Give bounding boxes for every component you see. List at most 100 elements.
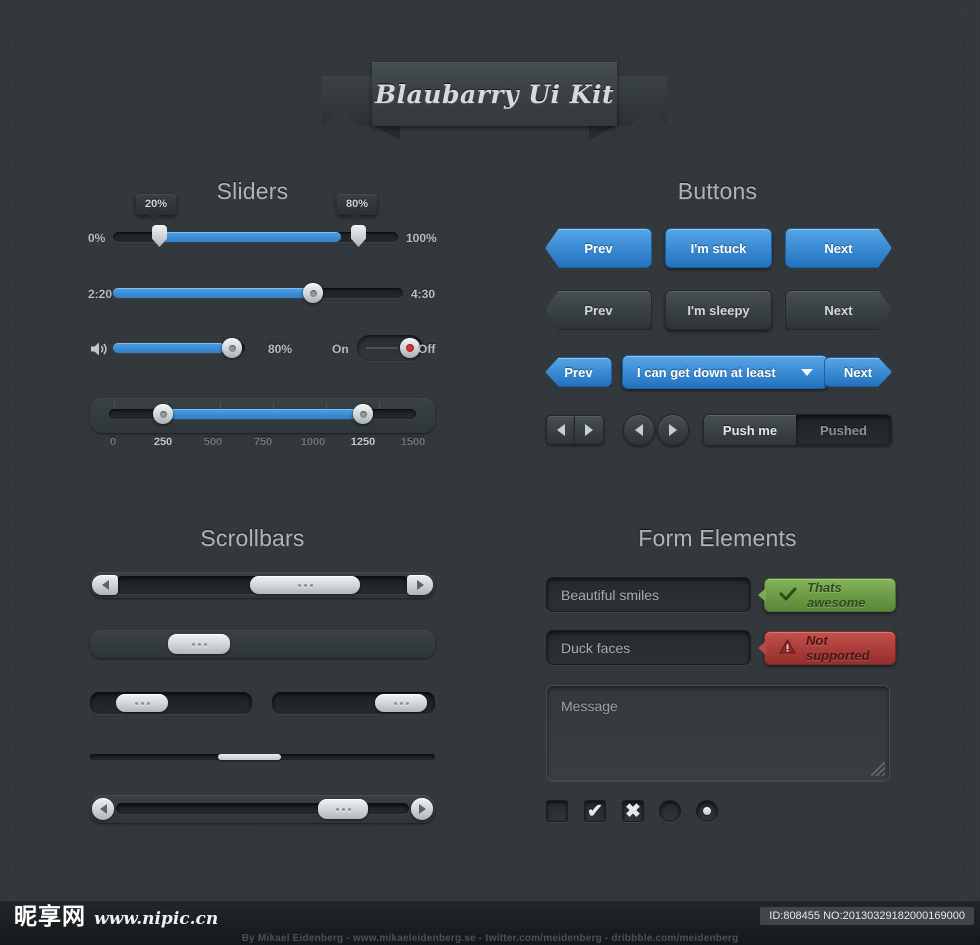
range-slider-handle-low[interactable] xyxy=(152,225,167,247)
scale-tick xyxy=(220,402,221,409)
scrollbar-4-track[interactable] xyxy=(90,754,435,760)
radio-empty[interactable] xyxy=(659,800,681,822)
section-title-form: Form Elements xyxy=(638,525,797,551)
scale-tick-label-750: 750 xyxy=(253,436,273,448)
input-duck-faces[interactable]: Duck faces xyxy=(546,630,751,665)
segment-pushed[interactable]: Pushed xyxy=(796,415,891,445)
textarea-message[interactable]: Message xyxy=(546,685,890,781)
scrollbar-3-right[interactable] xyxy=(272,692,435,714)
scrollbar-2-thumb[interactable] xyxy=(168,634,230,654)
handle-dot-icon xyxy=(159,410,167,418)
button-label: Prev xyxy=(584,240,613,256)
button-label: Prev xyxy=(584,302,613,318)
segmented-control[interactable]: Push me Pushed xyxy=(703,414,892,446)
grip-dots-icon xyxy=(191,642,207,646)
stepper-prev-button[interactable] xyxy=(546,415,576,445)
resize-handle-icon[interactable] xyxy=(871,762,885,776)
stepper-next-button[interactable] xyxy=(574,415,604,445)
button-im-sleepy[interactable]: I'm sleepy xyxy=(665,290,772,330)
warning-icon xyxy=(779,638,796,657)
scrollbar-5 xyxy=(90,795,435,823)
time-slider-fill xyxy=(113,288,313,298)
left-arrow-icon xyxy=(635,424,643,436)
scrollbar-1-left-arrow[interactable] xyxy=(92,575,118,595)
validation-label: Thats awesome xyxy=(807,580,866,610)
toggle-bar xyxy=(366,347,398,349)
watermark: 昵享网 www.nipic.cn xyxy=(14,897,218,931)
grip-dots-icon xyxy=(393,701,409,705)
radio-inner-dot xyxy=(703,807,711,815)
dropdown-label: I can get down at least xyxy=(637,364,776,380)
credit-line: By Mikael Eidenberg - www.mikaeleidenber… xyxy=(241,933,739,944)
textarea-placeholder: Message xyxy=(561,698,618,714)
button-prev-blue[interactable]: Prev xyxy=(545,228,652,268)
check-icon xyxy=(779,587,797,604)
scrollbar-1 xyxy=(90,572,435,598)
round-prev-button[interactable] xyxy=(623,414,655,446)
checkbox-mark: ✖ xyxy=(625,800,641,822)
radio-selected[interactable] xyxy=(696,800,718,822)
range-slider-min-label: 0% xyxy=(88,231,106,245)
scale-tick-label-1250: 1250 xyxy=(350,436,376,448)
toggle-knob[interactable] xyxy=(400,338,420,358)
scale-slider-panel xyxy=(90,398,435,433)
time-slider-max-label: 4:30 xyxy=(411,287,436,301)
button-next-small[interactable]: Next xyxy=(824,357,892,387)
scrollbar-1-thumb[interactable] xyxy=(250,576,360,594)
id-badge: ID:808455 NO:20130329182000169000 xyxy=(760,907,974,925)
button-label: Next xyxy=(843,364,873,380)
scrollbar-5-thumb[interactable] xyxy=(318,799,368,819)
grip-dots-icon xyxy=(134,701,150,705)
scrollbar-5-left-arrow[interactable] xyxy=(92,798,114,820)
scale-tick-label-250: 250 xyxy=(153,436,173,448)
slider-tooltip-low: 20% xyxy=(136,194,177,221)
scrollbar-3-left-thumb[interactable] xyxy=(116,694,168,712)
dropdown-select[interactable]: I can get down at least xyxy=(622,355,828,389)
scale-slider-handle-high[interactable] xyxy=(353,404,373,424)
handle-dot-icon xyxy=(359,410,367,418)
volume-slider-fill xyxy=(113,343,225,353)
checkbox-empty[interactable] xyxy=(546,800,568,822)
scale-tick xyxy=(273,402,274,409)
segment-push-me[interactable]: Push me xyxy=(704,415,796,445)
button-label: Next xyxy=(824,240,853,256)
scrollbar-4-thumb[interactable] xyxy=(218,754,281,760)
ui-kit-page: Blaubarry Ui Kit Sliders 20% 80% 0% 100%… xyxy=(0,0,980,945)
chevron-down-icon xyxy=(801,369,813,376)
checkbox-mark: ✔ xyxy=(587,800,603,822)
scrollbar-3-left[interactable] xyxy=(90,692,252,714)
scrollbar-2[interactable] xyxy=(90,630,435,658)
scale-tick-label-1500: 1500 xyxy=(400,436,426,448)
button-label: Prev xyxy=(564,364,593,380)
checkbox-checked[interactable]: ✔ xyxy=(584,800,606,822)
toggle-switch[interactable] xyxy=(357,335,423,361)
button-next-dark[interactable]: Next xyxy=(785,290,892,330)
checkbox-crossed[interactable]: ✖ xyxy=(622,800,644,822)
scale-slider-handle-low[interactable] xyxy=(153,404,173,424)
volume-slider-handle[interactable] xyxy=(222,338,242,358)
watermark-url: www.nipic.cn xyxy=(94,909,219,929)
left-arrow-icon xyxy=(101,580,109,590)
time-slider-track[interactable] xyxy=(113,288,403,298)
toggle-label-on: On xyxy=(332,342,349,356)
input-beautiful-smiles[interactable]: Beautiful smiles xyxy=(546,577,751,612)
speaker-icon xyxy=(89,340,111,358)
range-slider-handle-high[interactable] xyxy=(351,225,366,247)
button-next-blue[interactable]: Next xyxy=(785,228,892,268)
time-slider-handle[interactable] xyxy=(303,283,323,303)
round-next-button[interactable] xyxy=(657,414,689,446)
right-arrow-icon xyxy=(416,580,424,590)
input-value: Duck faces xyxy=(561,639,631,656)
ribbon-fold-right xyxy=(589,126,615,140)
handle-dot-icon xyxy=(309,289,317,297)
toggle-label-off: Off xyxy=(418,342,436,356)
validation-badge-success: Thats awesome xyxy=(758,578,896,612)
input-value: Beautiful smiles xyxy=(561,586,660,603)
button-prev-dark[interactable]: Prev xyxy=(545,290,652,330)
scrollbar-5-right-arrow[interactable] xyxy=(411,798,433,820)
button-prev-small[interactable]: Prev xyxy=(545,357,612,387)
scale-slider-fill xyxy=(162,409,362,419)
scrollbar-3-right-thumb[interactable] xyxy=(375,694,427,712)
button-im-stuck[interactable]: I'm stuck xyxy=(665,228,772,268)
scrollbar-1-right-arrow[interactable] xyxy=(407,575,433,595)
